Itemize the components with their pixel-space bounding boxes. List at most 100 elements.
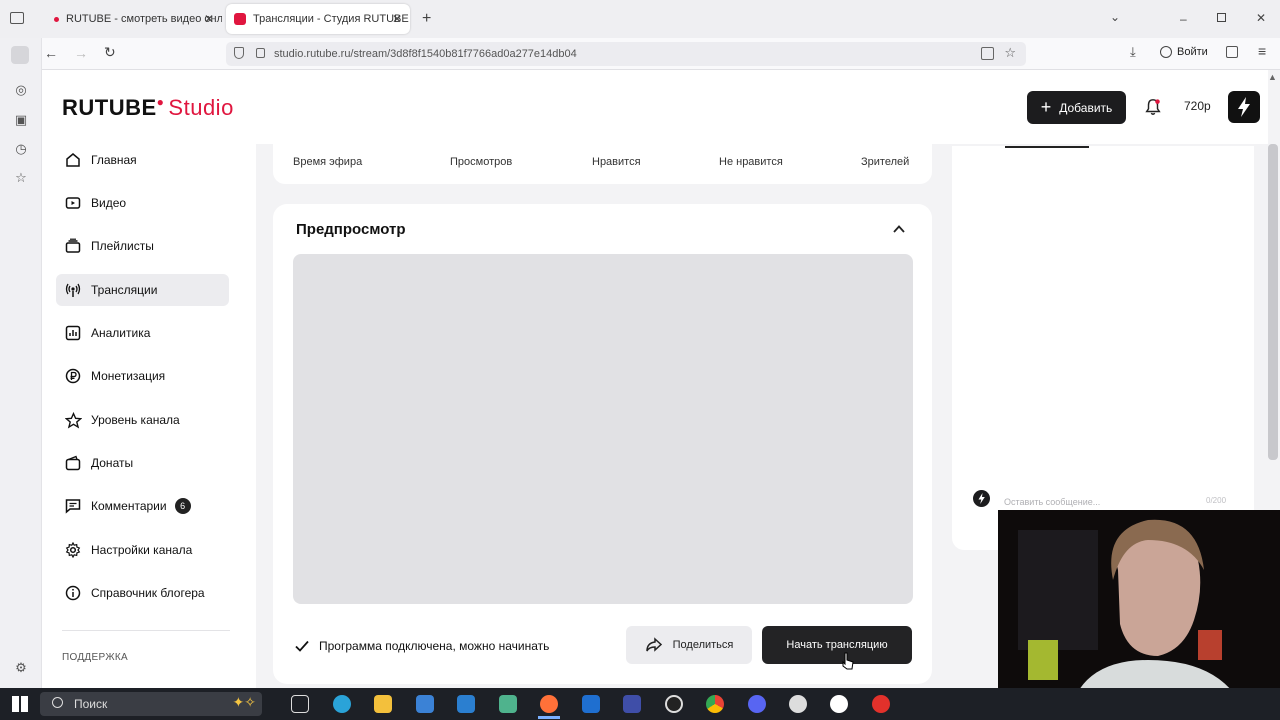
connection-status-text: Программа подключена, можно начинать xyxy=(319,639,550,653)
rutube-studio-logo[interactable]: RUTUBE● Studio xyxy=(62,95,234,121)
obs-icon[interactable] xyxy=(665,695,683,713)
sidebar-item-monetization[interactable]: Монетизация xyxy=(56,360,229,392)
sidebar-item-channel-settings[interactable]: Настройки канала xyxy=(56,534,229,566)
minimize-icon[interactable]: – xyxy=(1180,12,1187,26)
yandex-icon[interactable] xyxy=(830,695,848,713)
task-view-icon[interactable] xyxy=(291,695,309,713)
customize-icon[interactable]: ⚙ xyxy=(13,660,29,676)
stat-likes-label: Нравится xyxy=(592,156,641,168)
sidebar-item-playlists[interactable]: Плейлисты xyxy=(56,230,229,262)
start-broadcast-label: Начать трансляцию xyxy=(786,639,888,651)
sidebar-item-broadcasts[interactable]: Трансляции xyxy=(56,274,229,306)
ai-chat-icon[interactable]: ◎ xyxy=(13,82,29,98)
sidebar-item-label: Комментарии xyxy=(91,499,167,513)
tab-list-icon[interactable] xyxy=(10,12,24,24)
taskbar-search-label: Поиск xyxy=(74,697,108,711)
lightning-icon xyxy=(978,493,985,504)
yandex-browser-icon[interactable] xyxy=(872,695,890,713)
synced-tabs-icon[interactable]: ▣ xyxy=(13,112,29,128)
address-bar[interactable]: studio.rutube.ru/stream/3d8f8f1540b81f77… xyxy=(226,42,1026,66)
close-window-icon[interactable]: ✕ xyxy=(1256,11,1266,25)
close-icon[interactable]: ✕ xyxy=(392,12,402,26)
gear-icon xyxy=(64,541,82,559)
mouse-cursor-icon xyxy=(842,652,854,670)
chrome-icon[interactable] xyxy=(706,695,724,713)
broadcast-icon xyxy=(64,281,82,299)
firefox-icon[interactable] xyxy=(540,695,558,713)
sidebar-item-home[interactable]: Главная xyxy=(56,144,229,176)
video-preview-player[interactable] xyxy=(293,254,913,604)
extensions-icon[interactable] xyxy=(1226,46,1238,58)
bookmarks-icon[interactable]: ☆ xyxy=(13,170,29,186)
avatar[interactable] xyxy=(1228,91,1260,123)
browser-toolbar: ← → ↻ studio.rutube.ru/stream/3d8f8f1540… xyxy=(0,38,1280,70)
login-label: Войти xyxy=(1177,46,1208,58)
sidebar-item-label: Главная xyxy=(91,153,137,167)
chat-lightning-icon[interactable] xyxy=(973,490,990,507)
app-icon[interactable] xyxy=(623,695,641,713)
download-icon[interactable]: ⤓ xyxy=(1130,44,1136,60)
share-button[interactable]: Поделиться xyxy=(626,626,752,664)
page-scrollbar[interactable] xyxy=(1268,144,1278,460)
close-icon[interactable]: ✕ xyxy=(204,12,214,26)
chat-tab-indicator xyxy=(1005,146,1089,148)
new-tab-icon[interactable]: + xyxy=(422,10,431,28)
browser-sidebar: ◎ ▣ ◷ ☆ ⚙ xyxy=(0,38,42,688)
install-app-icon[interactable] xyxy=(981,47,994,60)
start-broadcast-button[interactable]: Начать трансляцию xyxy=(762,626,912,664)
store-icon[interactable] xyxy=(416,695,434,713)
quality-label[interactable]: 720p xyxy=(1184,99,1211,113)
logo-main: RUTUBE xyxy=(62,95,157,120)
discord-icon[interactable] xyxy=(748,695,766,713)
add-button-label: Добавить xyxy=(1059,100,1113,115)
info-icon xyxy=(64,584,82,602)
sidebar-divider xyxy=(62,630,230,631)
bookmark-star-icon[interactable]: ☆ xyxy=(1004,45,1016,61)
app-icon[interactable] xyxy=(789,695,807,713)
active-app-indicator xyxy=(538,716,560,719)
app-icon[interactable] xyxy=(499,695,517,713)
forward-icon[interactable]: → xyxy=(74,45,88,61)
login-button[interactable]: Войти xyxy=(1160,46,1208,58)
sidebar-item-label: Донаты xyxy=(91,456,134,470)
chat-message-input[interactable]: Оставить сообщение... xyxy=(998,492,1240,512)
sidebar-toggle-icon[interactable] xyxy=(11,46,29,64)
reload-icon[interactable]: ↻ xyxy=(104,44,116,61)
bell-icon[interactable] xyxy=(1144,98,1162,116)
chevron-down-icon[interactable]: ⌄ xyxy=(1110,10,1120,24)
add-button[interactable]: + Добавить xyxy=(1027,91,1126,124)
menu-icon[interactable]: ≡ xyxy=(1258,43,1266,59)
edge-icon[interactable] xyxy=(333,695,351,713)
sidebar-item-label: Видео xyxy=(91,196,127,210)
chevron-up-icon[interactable] xyxy=(892,222,906,236)
video-icon xyxy=(64,194,82,212)
sidebar-item-analytics[interactable]: Аналитика xyxy=(56,317,229,349)
lock-icon xyxy=(256,48,265,58)
account-icon xyxy=(1160,46,1172,58)
comment-icon xyxy=(64,497,82,515)
rutube-studio-favicon-icon xyxy=(234,13,246,25)
scroll-up-icon[interactable]: ▲ xyxy=(1268,72,1277,82)
tab-rutube[interactable]: RUTUBE - смотреть видео онл ✕ xyxy=(46,4,222,34)
history-icon[interactable]: ◷ xyxy=(13,141,29,157)
windows-start-icon[interactable] xyxy=(12,696,28,712)
restore-icon[interactable] xyxy=(1217,13,1226,22)
analytics-icon xyxy=(64,324,82,342)
lightning-icon xyxy=(1238,97,1250,117)
tab-broadcasts[interactable]: Трансляции - Студия RUTUBE ✕ xyxy=(226,4,410,34)
back-icon[interactable]: ← xyxy=(44,45,58,61)
file-explorer-icon[interactable] xyxy=(374,695,392,713)
mail-icon[interactable] xyxy=(457,695,475,713)
taskbar-search[interactable]: Поиск ✦✧ xyxy=(40,692,262,716)
sidebar-item-donations[interactable]: Донаты xyxy=(56,447,229,479)
sidebar-item-label: Аналитика xyxy=(91,326,151,340)
sidebar-item-channel-level[interactable]: Уровень канала xyxy=(56,404,229,436)
app-icon[interactable] xyxy=(582,695,600,713)
sidebar-item-video[interactable]: Видео xyxy=(56,187,229,219)
url-text: studio.rutube.ru/stream/3d8f8f1540b81f77… xyxy=(274,48,577,60)
sidebar-item-comments[interactable]: Комментарии 6 xyxy=(56,490,229,522)
stat-viewers-label: Зрителей xyxy=(861,156,910,168)
support-heading: ПОДДЕРЖКА xyxy=(62,652,128,663)
sidebar-item-blogger-guide[interactable]: Справочник блогера xyxy=(56,577,229,609)
logo-sub: Studio xyxy=(168,95,234,120)
